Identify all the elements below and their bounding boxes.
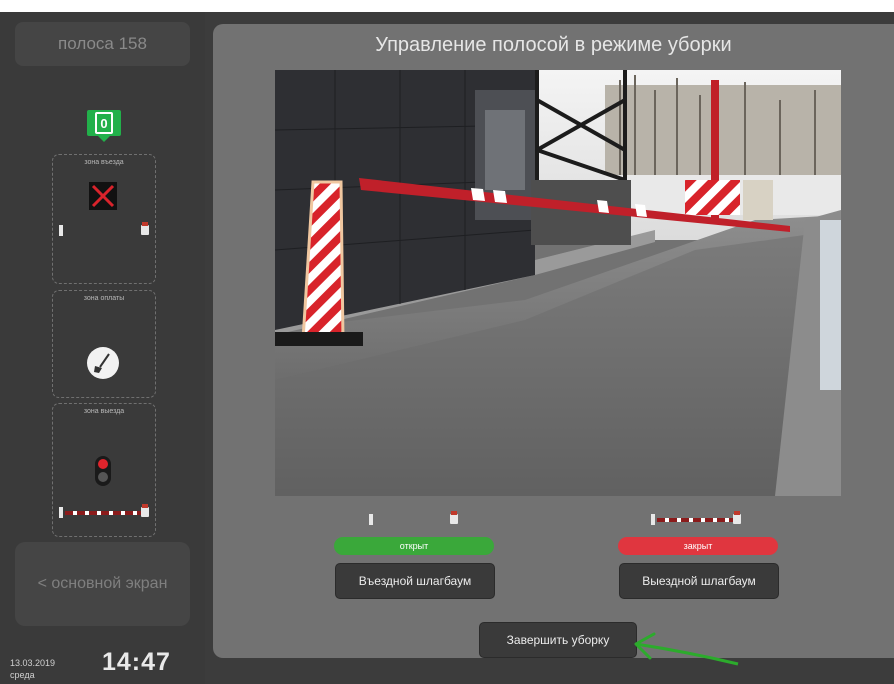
barrier-lock-icon — [141, 504, 149, 517]
zone-entry-label: зона въезда — [84, 159, 124, 166]
annotation-arrow-icon — [634, 632, 739, 666]
barrier-post-icon — [651, 514, 655, 525]
closed-barrier-arm-icon — [65, 511, 141, 515]
finish-cleaning-button[interactable]: Завершить уборку — [479, 622, 637, 658]
entry-barrier-button[interactable]: Въездной шлагбаум — [335, 563, 495, 599]
zone-exit-label: зона выезда — [83, 408, 125, 415]
lane-marker-icon: 0 — [87, 110, 121, 142]
zone-payment: зона оплаты — [52, 290, 156, 398]
entry-barrier-status: открыт — [334, 537, 494, 555]
date-display: 13.03.2019 среда — [10, 657, 55, 681]
sidebar: полоса 158 0 зона въезда зона оплаты зон… — [0, 12, 205, 684]
barrier-post-icon — [369, 514, 373, 525]
clock: 14:47 — [102, 648, 171, 676]
zone-exit: зона выезда — [52, 403, 156, 537]
main-screen-button[interactable]: < основной экран — [15, 542, 190, 626]
lane-marker-value: 0 — [95, 112, 113, 134]
exit-barrier-status: закрыт — [618, 537, 778, 555]
camera-view — [275, 70, 841, 496]
cleaning-broom-icon — [87, 347, 119, 379]
top-strip — [0, 0, 894, 12]
weekday-text: среда — [10, 670, 35, 680]
exit-barrier-button[interactable]: Выездной шлагбаум — [619, 563, 779, 599]
barrier-lock-icon — [141, 222, 149, 235]
barrier-post-icon — [59, 225, 63, 236]
zone-payment-label: зона оплаты — [83, 295, 125, 302]
red-cross-signal-icon — [89, 182, 117, 210]
main-panel: Управление полосой в режиме уборки откры… — [213, 24, 894, 658]
barrier-lock-icon — [450, 511, 458, 524]
closed-barrier-arm-icon — [657, 518, 733, 522]
traffic-light-red-icon — [95, 456, 111, 486]
barrier-lock-icon — [733, 511, 741, 524]
lane-title: полоса 158 — [15, 22, 190, 66]
zone-entry: зона въезда — [52, 154, 156, 284]
barrier-post-icon — [59, 507, 63, 518]
page-title: Управление полосой в режиме уборки — [375, 34, 732, 56]
date-text: 13.03.2019 — [10, 658, 56, 668]
